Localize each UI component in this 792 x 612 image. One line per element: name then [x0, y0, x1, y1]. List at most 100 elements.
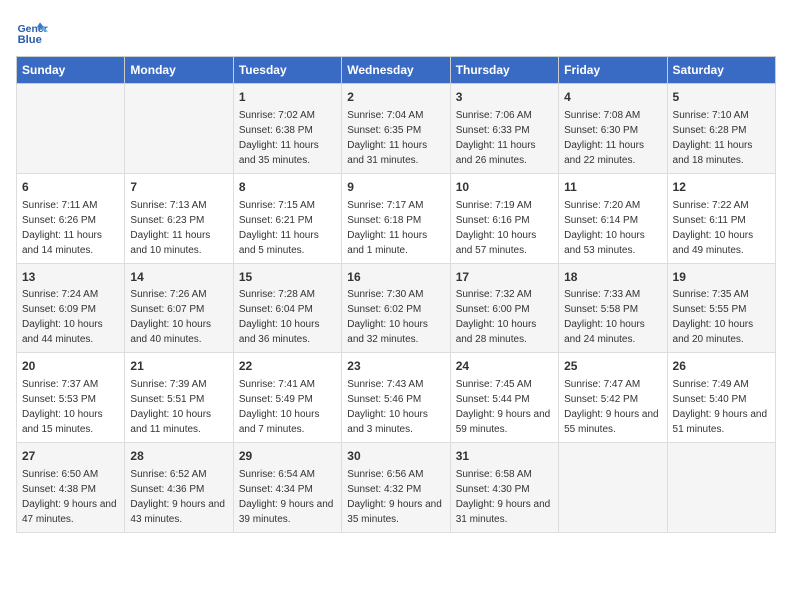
day-info: Sunrise: 7:39 AMSunset: 5:51 PMDaylight:…	[130, 379, 211, 435]
day-number: 29	[239, 448, 336, 465]
day-number: 11	[564, 179, 661, 196]
day-info: Sunrise: 7:11 AMSunset: 6:26 PMDaylight:…	[22, 200, 102, 256]
day-info: Sunrise: 7:47 AMSunset: 5:42 PMDaylight:…	[564, 379, 659, 435]
day-number: 31	[456, 448, 553, 465]
day-info: Sunrise: 7:37 AMSunset: 5:53 PMDaylight:…	[22, 379, 103, 435]
calendar-cell: 13 Sunrise: 7:24 AMSunset: 6:09 PMDayligh…	[17, 263, 125, 353]
calendar-week-row: 6 Sunrise: 7:11 AMSunset: 6:26 PMDaylight…	[17, 173, 776, 263]
day-header-saturday: Saturday	[667, 57, 775, 84]
day-number: 6	[22, 179, 119, 196]
day-info: Sunrise: 7:08 AMSunset: 6:30 PMDaylight:…	[564, 110, 644, 166]
day-info: Sunrise: 7:33 AMSunset: 5:58 PMDaylight:…	[564, 289, 645, 345]
day-number: 30	[347, 448, 444, 465]
day-number: 7	[130, 179, 227, 196]
day-info: Sunrise: 6:56 AMSunset: 4:32 PMDaylight:…	[347, 469, 442, 525]
day-info: Sunrise: 7:15 AMSunset: 6:21 PMDaylight:…	[239, 200, 319, 256]
day-number: 17	[456, 269, 553, 286]
calendar-cell: 12 Sunrise: 7:22 AMSunset: 6:11 PMDayligh…	[667, 173, 775, 263]
calendar-cell: 3 Sunrise: 7:06 AMSunset: 6:33 PMDaylight…	[450, 84, 558, 174]
calendar-cell: 22 Sunrise: 7:41 AMSunset: 5:49 PMDayligh…	[233, 353, 341, 443]
calendar-cell: 17 Sunrise: 7:32 AMSunset: 6:00 PMDayligh…	[450, 263, 558, 353]
calendar-week-row: 20 Sunrise: 7:37 AMSunset: 5:53 PMDayligh…	[17, 353, 776, 443]
day-header-tuesday: Tuesday	[233, 57, 341, 84]
day-number: 5	[673, 89, 770, 106]
calendar-cell: 2 Sunrise: 7:04 AMSunset: 6:35 PMDaylight…	[342, 84, 450, 174]
calendar-header-row: SundayMondayTuesdayWednesdayThursdayFrid…	[17, 57, 776, 84]
day-info: Sunrise: 7:02 AMSunset: 6:38 PMDaylight:…	[239, 110, 319, 166]
svg-text:Blue: Blue	[18, 34, 42, 46]
calendar-cell	[559, 443, 667, 533]
day-info: Sunrise: 7:24 AMSunset: 6:09 PMDaylight:…	[22, 289, 103, 345]
day-number: 22	[239, 358, 336, 375]
day-info: Sunrise: 7:49 AMSunset: 5:40 PMDaylight:…	[673, 379, 768, 435]
day-number: 27	[22, 448, 119, 465]
day-info: Sunrise: 6:54 AMSunset: 4:34 PMDaylight:…	[239, 469, 334, 525]
day-info: Sunrise: 7:28 AMSunset: 6:04 PMDaylight:…	[239, 289, 320, 345]
day-number: 9	[347, 179, 444, 196]
day-info: Sunrise: 7:30 AMSunset: 6:02 PMDaylight:…	[347, 289, 428, 345]
day-info: Sunrise: 7:41 AMSunset: 5:49 PMDaylight:…	[239, 379, 320, 435]
day-number: 2	[347, 89, 444, 106]
calendar-cell: 20 Sunrise: 7:37 AMSunset: 5:53 PMDayligh…	[17, 353, 125, 443]
calendar-cell: 1Sunrise: 7:02 AMSunset: 6:38 PMDaylight…	[233, 84, 341, 174]
day-info: Sunrise: 7:22 AMSunset: 6:11 PMDaylight:…	[673, 200, 754, 256]
day-info: Sunrise: 7:13 AMSunset: 6:23 PMDaylight:…	[130, 200, 210, 256]
calendar-cell: 28Sunrise: 6:52 AMSunset: 4:36 PMDayligh…	[125, 443, 233, 533]
calendar-cell: 11Sunrise: 7:20 AMSunset: 6:14 PMDayligh…	[559, 173, 667, 263]
day-number: 15	[239, 269, 336, 286]
day-header-thursday: Thursday	[450, 57, 558, 84]
calendar-cell: 18 Sunrise: 7:33 AMSunset: 5:58 PMDayligh…	[559, 263, 667, 353]
day-info: Sunrise: 7:19 AMSunset: 6:16 PMDaylight:…	[456, 200, 537, 256]
day-number: 20	[22, 358, 119, 375]
day-header-wednesday: Wednesday	[342, 57, 450, 84]
day-number: 12	[673, 179, 770, 196]
day-number: 13	[22, 269, 119, 286]
logo: General Blue	[16, 16, 48, 48]
day-info: Sunrise: 7:06 AMSunset: 6:33 PMDaylight:…	[456, 110, 536, 166]
day-number: 3	[456, 89, 553, 106]
calendar-week-row: 13 Sunrise: 7:24 AMSunset: 6:09 PMDayligh…	[17, 263, 776, 353]
day-info: Sunrise: 7:26 AMSunset: 6:07 PMDaylight:…	[130, 289, 211, 345]
day-number: 25	[564, 358, 661, 375]
calendar-cell	[667, 443, 775, 533]
calendar-cell: 5 Sunrise: 7:10 AMSunset: 6:28 PMDaylight…	[667, 84, 775, 174]
calendar-cell: 24Sunrise: 7:45 AMSunset: 5:44 PMDayligh…	[450, 353, 558, 443]
day-number: 28	[130, 448, 227, 465]
day-number: 8	[239, 179, 336, 196]
day-info: Sunrise: 7:32 AMSunset: 6:00 PMDaylight:…	[456, 289, 537, 345]
calendar-cell: 21 Sunrise: 7:39 AMSunset: 5:51 PMDayligh…	[125, 353, 233, 443]
day-info: Sunrise: 7:17 AMSunset: 6:18 PMDaylight:…	[347, 200, 427, 256]
calendar-cell: 14Sunrise: 7:26 AMSunset: 6:07 PMDayligh…	[125, 263, 233, 353]
calendar-week-row: 1Sunrise: 7:02 AMSunset: 6:38 PMDaylight…	[17, 84, 776, 174]
day-number: 21	[130, 358, 227, 375]
calendar-cell: 4 Sunrise: 7:08 AMSunset: 6:30 PMDaylight…	[559, 84, 667, 174]
day-info: Sunrise: 7:10 AMSunset: 6:28 PMDaylight:…	[673, 110, 753, 166]
calendar-cell: 8 Sunrise: 7:15 AMSunset: 6:21 PMDaylight…	[233, 173, 341, 263]
day-number: 10	[456, 179, 553, 196]
calendar-cell: 19 Sunrise: 7:35 AMSunset: 5:55 PMDayligh…	[667, 263, 775, 353]
calendar-cell: 15 Sunrise: 7:28 AMSunset: 6:04 PMDayligh…	[233, 263, 341, 353]
day-info: Sunrise: 6:58 AMSunset: 4:30 PMDaylight:…	[456, 469, 551, 525]
day-number: 4	[564, 89, 661, 106]
logo-icon: General Blue	[16, 16, 48, 48]
day-number: 19	[673, 269, 770, 286]
day-header-monday: Monday	[125, 57, 233, 84]
day-info: Sunrise: 7:35 AMSunset: 5:55 PMDaylight:…	[673, 289, 754, 345]
calendar-cell	[125, 84, 233, 174]
calendar-cell: 31 Sunrise: 6:58 AMSunset: 4:30 PMDayligh…	[450, 443, 558, 533]
calendar-week-row: 27Sunrise: 6:50 AMSunset: 4:38 PMDayligh…	[17, 443, 776, 533]
day-number: 16	[347, 269, 444, 286]
calendar-cell: 23Sunrise: 7:43 AMSunset: 5:46 PMDayligh…	[342, 353, 450, 443]
calendar-cell: 9 Sunrise: 7:17 AMSunset: 6:18 PMDaylight…	[342, 173, 450, 263]
day-info: Sunrise: 7:43 AMSunset: 5:46 PMDaylight:…	[347, 379, 428, 435]
day-number: 18	[564, 269, 661, 286]
calendar-cell: 6 Sunrise: 7:11 AMSunset: 6:26 PMDaylight…	[17, 173, 125, 263]
calendar-cell: 10 Sunrise: 7:19 AMSunset: 6:16 PMDayligh…	[450, 173, 558, 263]
day-info: Sunrise: 7:45 AMSunset: 5:44 PMDaylight:…	[456, 379, 551, 435]
calendar-cell: 7 Sunrise: 7:13 AMSunset: 6:23 PMDaylight…	[125, 173, 233, 263]
calendar-cell: 16 Sunrise: 7:30 AMSunset: 6:02 PMDayligh…	[342, 263, 450, 353]
day-info: Sunrise: 7:04 AMSunset: 6:35 PMDaylight:…	[347, 110, 427, 166]
calendar-cell	[17, 84, 125, 174]
calendar-cell: 26 Sunrise: 7:49 AMSunset: 5:40 PMDayligh…	[667, 353, 775, 443]
day-number: 26	[673, 358, 770, 375]
